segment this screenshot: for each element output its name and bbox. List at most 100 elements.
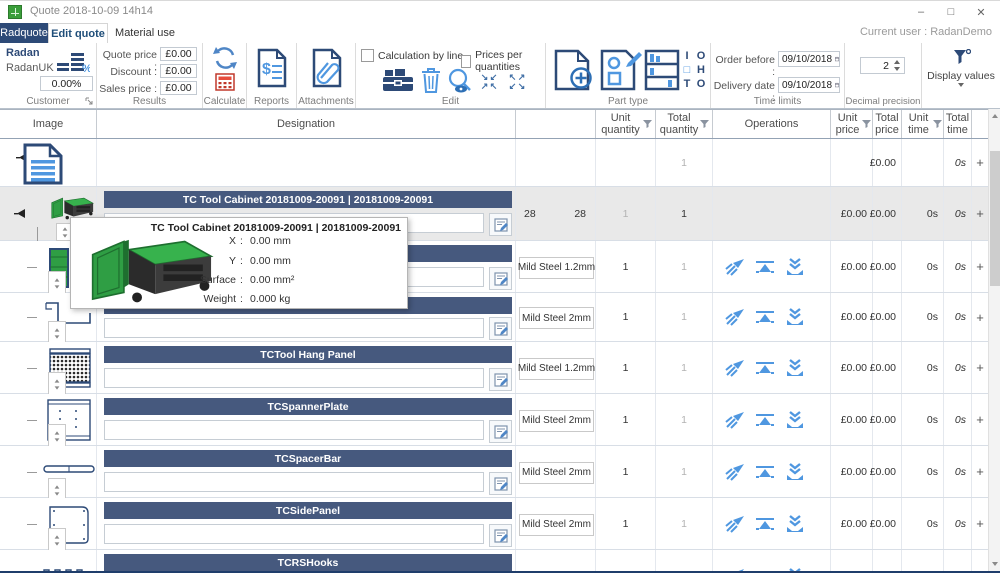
unload-operation-icon[interactable] bbox=[785, 411, 805, 429]
designation-input[interactable] bbox=[104, 420, 484, 440]
bend-operation-icon[interactable] bbox=[755, 463, 775, 481]
table-row[interactable]: TCSidePanel Mild Steel 2mm 1 1 bbox=[0, 498, 1000, 550]
row-reorder-spinner[interactable] bbox=[48, 271, 66, 295]
calculator-icon[interactable] bbox=[215, 73, 235, 91]
header-material[interactable] bbox=[516, 110, 596, 138]
customer-name[interactable]: Radan bbox=[6, 47, 40, 59]
material-badge[interactable]: Mild Steel 2mm bbox=[519, 410, 594, 432]
table-row[interactable]: TCTool Hang Panel Mild Steel 1.2mm 1 1 bbox=[0, 342, 1000, 394]
table-row[interactable]: 1 £0.00 0s + bbox=[0, 139, 1000, 187]
row-reorder-spinner[interactable] bbox=[48, 424, 66, 448]
header-total-price[interactable]: Total price bbox=[873, 110, 902, 138]
filter-icon[interactable] bbox=[933, 120, 942, 128]
add-row-button[interactable]: + bbox=[972, 550, 988, 573]
tab-material-use[interactable]: Material use bbox=[112, 23, 178, 43]
edit-part-icon[interactable] bbox=[600, 49, 642, 91]
close-button[interactable]: ✕ bbox=[966, 1, 996, 23]
unload-operation-icon[interactable] bbox=[785, 515, 805, 533]
toolbox-icon[interactable] bbox=[382, 69, 414, 93]
row-expand-icon[interactable] bbox=[14, 209, 26, 218]
designation-input[interactable] bbox=[104, 524, 484, 544]
tab-radquote[interactable]: Radquote bbox=[0, 23, 48, 43]
edit-designation-button[interactable] bbox=[489, 524, 512, 547]
calendar-icon[interactable] bbox=[835, 80, 839, 90]
delivery-date-input[interactable]: 09/10/2018 bbox=[778, 77, 840, 93]
table-row[interactable]: TCSpannerPlate Mild Steel 2mm 1 1 bbox=[0, 394, 1000, 446]
add-row-button[interactable]: + bbox=[972, 394, 988, 445]
add-row-button[interactable]: + bbox=[972, 187, 988, 240]
calendar-icon[interactable] bbox=[835, 54, 839, 64]
unload-operation-icon[interactable] bbox=[785, 308, 805, 326]
add-row-button[interactable]: + bbox=[972, 241, 988, 292]
header-operations[interactable]: Operations bbox=[713, 110, 831, 138]
designation-input[interactable] bbox=[104, 368, 484, 388]
header-designation[interactable]: Designation bbox=[97, 110, 516, 138]
bend-operation-icon[interactable] bbox=[755, 258, 775, 276]
new-part-icon[interactable] bbox=[554, 49, 594, 91]
edit-designation-button[interactable] bbox=[489, 317, 512, 340]
recalculate-icon[interactable] bbox=[212, 45, 238, 71]
header-total-quantity[interactable]: Total quantity bbox=[656, 110, 713, 138]
designation-bar[interactable]: TCSidePanel bbox=[104, 502, 512, 519]
filter-icon[interactable] bbox=[700, 120, 709, 128]
preview-magnifier-icon[interactable] bbox=[446, 68, 474, 94]
material-badge[interactable]: Mild Steel 1.2mm bbox=[519, 358, 594, 380]
scroll-down-arrow[interactable] bbox=[989, 557, 1000, 571]
group-label-calculate[interactable]: Calculate bbox=[203, 96, 246, 107]
header-total-time[interactable]: Total time bbox=[944, 110, 972, 138]
cut-operation-icon[interactable] bbox=[725, 515, 745, 533]
edit-designation-button[interactable] bbox=[489, 267, 512, 290]
table-row[interactable]: TCSpacerBar Mild Steel 2mm 1 1 bbox=[0, 446, 1000, 498]
scroll-up-arrow[interactable] bbox=[989, 109, 1000, 123]
header-unit-quantity[interactable]: Unit quantity bbox=[596, 110, 656, 138]
material-badge[interactable]: Mild Steel 2mm bbox=[519, 462, 594, 484]
attachments-icon[interactable] bbox=[312, 48, 342, 88]
assembly-cabinet-icon[interactable] bbox=[644, 49, 680, 91]
decimal-precision-input[interactable]: 2 bbox=[860, 57, 905, 74]
minimize-button[interactable]: – bbox=[906, 1, 936, 23]
unload-operation-icon[interactable] bbox=[785, 463, 805, 481]
customer-discount-input[interactable]: 0.00% bbox=[40, 76, 93, 91]
calculation-by-line-checkbox[interactable]: Calculation by line bbox=[361, 49, 463, 62]
unload-operation-icon[interactable] bbox=[785, 359, 805, 377]
bend-operation-icon[interactable] bbox=[755, 411, 775, 429]
row-reorder-spinner[interactable] bbox=[48, 528, 66, 552]
unload-operation-icon[interactable] bbox=[785, 258, 805, 276]
designation-bar[interactable]: TCSpannerPlate bbox=[104, 398, 512, 415]
add-row-button[interactable]: + bbox=[972, 498, 988, 549]
group-label-reports[interactable]: Reports bbox=[247, 96, 296, 107]
cut-operation-icon[interactable] bbox=[725, 463, 745, 481]
quote-price-input[interactable]: £0.00 bbox=[160, 47, 197, 61]
discount-input[interactable]: £0.00 bbox=[160, 64, 197, 78]
designation-input[interactable] bbox=[104, 318, 484, 338]
material-badge[interactable]: Mild Steel 2mm bbox=[519, 307, 594, 329]
display-values-label[interactable]: Display values bbox=[922, 70, 1000, 82]
delete-trash-icon[interactable] bbox=[421, 68, 441, 93]
cut-operation-icon[interactable] bbox=[725, 258, 745, 276]
bend-operation-icon[interactable] bbox=[755, 515, 775, 533]
edit-designation-button[interactable] bbox=[489, 213, 512, 236]
table-row[interactable]: TCRSHooks Mild Steel 2mm 1 1 £0.00 £0.00 bbox=[0, 550, 1000, 573]
display-filter-icon[interactable] bbox=[953, 49, 971, 65]
scrollbar-thumb[interactable] bbox=[990, 151, 1000, 286]
row-reorder-spinner[interactable] bbox=[48, 372, 66, 396]
collapse-all-icon[interactable]: ↘ ↙ ↗ ↖ bbox=[480, 73, 498, 91]
header-unit-price[interactable]: Unit price bbox=[831, 110, 873, 138]
dialog-launcher-icon[interactable] bbox=[85, 97, 93, 105]
header-image[interactable]: Image bbox=[0, 110, 97, 138]
material-badge[interactable]: Mild Steel 2mm bbox=[519, 514, 594, 536]
tab-edit-quote[interactable]: Edit quote bbox=[48, 23, 108, 43]
header-unit-time[interactable]: Unit time bbox=[902, 110, 944, 138]
designation-input[interactable] bbox=[104, 472, 484, 492]
document-icon[interactable] bbox=[22, 143, 64, 185]
checkbox-icon[interactable] bbox=[361, 49, 374, 62]
checkbox-icon[interactable] bbox=[461, 55, 471, 68]
group-label-attachments[interactable]: Attachments bbox=[297, 96, 355, 107]
edit-designation-button[interactable] bbox=[489, 472, 512, 495]
expand-all-icon[interactable]: ↖ ↗ ↙ ↘ bbox=[508, 73, 526, 91]
filter-icon[interactable] bbox=[643, 120, 652, 128]
bar-thumbnail[interactable] bbox=[42, 464, 96, 474]
designation-bar[interactable]: TC Tool Cabinet 20181009-20091 | 2018100… bbox=[104, 191, 512, 208]
material-badge[interactable]: Mild Steel 1.2mm bbox=[519, 257, 594, 279]
maximize-button[interactable]: □ bbox=[936, 1, 966, 23]
